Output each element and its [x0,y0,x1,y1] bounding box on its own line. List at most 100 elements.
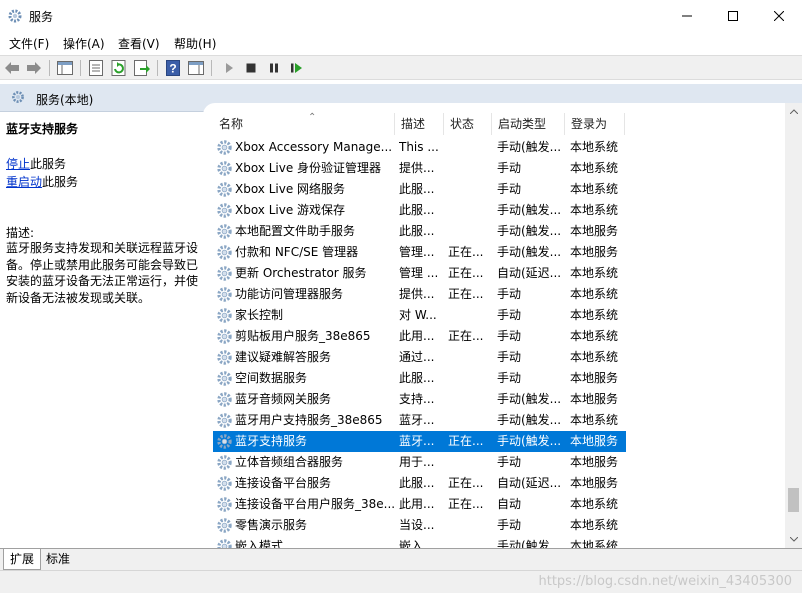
minimize-button[interactable] [664,0,710,31]
service-description: 蓝牙... [399,434,435,448]
table-row[interactable]: Xbox Accessory Manage... This ... 手动(触发...… [213,137,626,158]
status-bar: https://blog.csdn.net/weixin_43405300 [0,570,802,593]
table-row[interactable]: 蓝牙音频网关服务 支持... 手动(触发... 本地服务 [213,389,626,410]
service-description: 此服... [399,476,435,490]
table-row[interactable]: 立体音频组合器服务 用于... 手动 本地服务 [213,452,626,473]
service-logon-as: 本地服务 [570,371,619,385]
service-startup-type: 手动(触发... [497,140,562,154]
table-row[interactable]: 剪贴板用户服务_38e865 此用... 正在... 手动 本地系统 [213,326,626,347]
service-gear-icon [217,287,232,302]
service-status [448,200,488,221]
services-list: Xbox Accessory Manage... This ... 手动(触发...… [213,137,783,548]
service-name: 本地配置文件助手服务 [235,224,356,238]
back-button[interactable] [3,59,21,77]
service-description: 通过... [399,350,435,364]
scrollbar-thumb[interactable] [788,488,799,512]
help-button[interactable]: ? [164,59,182,77]
service-description: 嵌入... [399,539,435,548]
table-row[interactable]: Xbox Live 网络服务 此服... 手动 本地系统 [213,179,626,200]
table-row[interactable]: 建议疑难解答服务 通过... 手动 本地系统 [213,347,626,368]
table-row[interactable]: 本地配置文件助手服务 此服... 手动(触发... 本地服务 [213,221,626,242]
window-title: 服务 [29,10,54,24]
table-row[interactable]: 蓝牙用户支持服务_38e865 蓝牙... 手动(触发... 本地系统 [213,410,626,431]
service-logon-as: 本地系统 [570,497,619,511]
export-list-button[interactable] [133,59,151,77]
service-startup-type: 手动 [497,161,522,175]
toolbar: ? [0,55,802,80]
tab-standard[interactable]: 标准 [40,549,76,570]
pause-service-icon [270,63,278,73]
table-row[interactable]: 零售演示服务 当设... 手动 本地系统 [213,515,626,536]
menu-file[interactable]: 文件(F) [9,35,49,52]
table-row[interactable]: Xbox Live 游戏保存 此服... 手动(触发... 本地系统 [213,200,626,221]
restart-service-button[interactable] [288,59,306,77]
table-row[interactable]: Xbox Live 身份验证管理器 提供... 手动 本地系统 [213,158,626,179]
service-gear-icon [217,518,232,533]
minimize-icon [682,15,692,16]
column-header-startup[interactable]: 启动类型 [492,113,565,135]
service-startup-type: 手动 [497,182,522,196]
toolbar-separator [211,60,212,76]
service-description: 对 W... [399,308,437,322]
table-row[interactable]: 连接设备平台用户服务_38e... 此用... 正在... 自动 本地系统 [213,494,626,515]
menu-action[interactable]: 操作(A) [63,35,105,52]
restart-service-link[interactable]: 重启动 [6,175,42,189]
service-name: 连接设备平台服务 [235,476,332,490]
service-name: 建议疑难解答服务 [235,350,332,364]
service-description: 此用... [399,497,435,511]
vertical-scrollbar[interactable] [785,103,802,548]
menu-view[interactable]: 查看(V) [118,35,160,52]
table-row[interactable]: 付款和 NFC/SE 管理器 管理... 正在... 手动(触发... 本地服务 [213,242,626,263]
refresh-button[interactable] [110,59,128,77]
column-header-logon[interactable]: 登录为 [565,113,625,135]
stop-service-link[interactable]: 停止 [6,157,30,171]
table-row[interactable]: 功能访问管理器服务 提供... 正在... 手动 本地系统 [213,284,626,305]
service-status [448,452,488,473]
service-status: 正在... [448,434,484,448]
show-hide-console-tree-button[interactable] [56,59,74,77]
pause-service-button[interactable] [265,59,283,77]
properties-button[interactable] [87,59,105,77]
maximize-button[interactable] [710,0,756,31]
table-row[interactable]: 嵌入模式 嵌入... 手动(触发... 本地系统 [213,536,626,548]
stop-service-icon [246,63,256,73]
show-hide-action-pane-button[interactable] [187,59,205,77]
service-status [448,368,488,389]
service-description: 管理... [399,245,435,259]
service-gear-icon [217,350,232,365]
service-gear-icon [217,245,232,260]
service-logon-as: 本地系统 [570,308,619,322]
service-logon-as: 本地系统 [570,518,619,532]
service-status [448,305,488,326]
tab-extended[interactable]: 扩展 [3,549,42,570]
service-description: 管理 ... [399,266,439,280]
table-row[interactable]: 家长控制 对 W... 手动 本地系统 [213,305,626,326]
service-logon-as: 本地服务 [570,245,619,259]
table-row[interactable]: 更新 Orchestrator 服务 管理 ... 正在... 自动(延迟... 本地系… [213,263,626,284]
forward-button[interactable] [25,59,43,77]
toolbar-separator [80,60,81,76]
service-name: 功能访问管理器服务 [235,287,344,301]
column-header-desc[interactable]: 描述 [395,113,444,135]
service-startup-type: 手动(触发... [497,413,562,427]
service-name: 零售演示服务 [235,518,308,532]
menu-help[interactable]: 帮助(H) [174,35,216,52]
close-button[interactable] [756,0,802,31]
service-logon-as: 本地服务 [570,392,619,406]
scroll-up-button[interactable] [785,103,802,120]
service-description: 此服... [399,224,435,238]
column-header-name[interactable]: 名称 ⌃ [213,112,395,135]
stop-service-button[interactable] [242,59,260,77]
service-gear-icon [217,371,232,386]
description-text: 蓝牙服务支持发现和关联远程蓝牙设备。停止或禁用此服务可能会导致已安装的蓝牙设备无… [6,241,199,305]
table-row[interactable]: 空间数据服务 此服... 手动 本地服务 [213,368,626,389]
table-row-selected[interactable]: 蓝牙支持服务 蓝牙... 正在... 手动(触发... 本地服务 [213,431,626,452]
start-service-button[interactable] [220,59,238,77]
scroll-down-button[interactable] [785,531,802,548]
service-logon-as: 本地服务 [570,455,619,469]
service-name: 更新 Orchestrator 服务 [235,266,367,280]
service-logon-as: 本地系统 [570,350,619,364]
service-description: 提供... [399,287,435,301]
column-header-status[interactable]: 状态 [444,113,492,135]
table-row[interactable]: 连接设备平台服务 此服... 正在... 自动(延迟... 本地服务 [213,473,626,494]
